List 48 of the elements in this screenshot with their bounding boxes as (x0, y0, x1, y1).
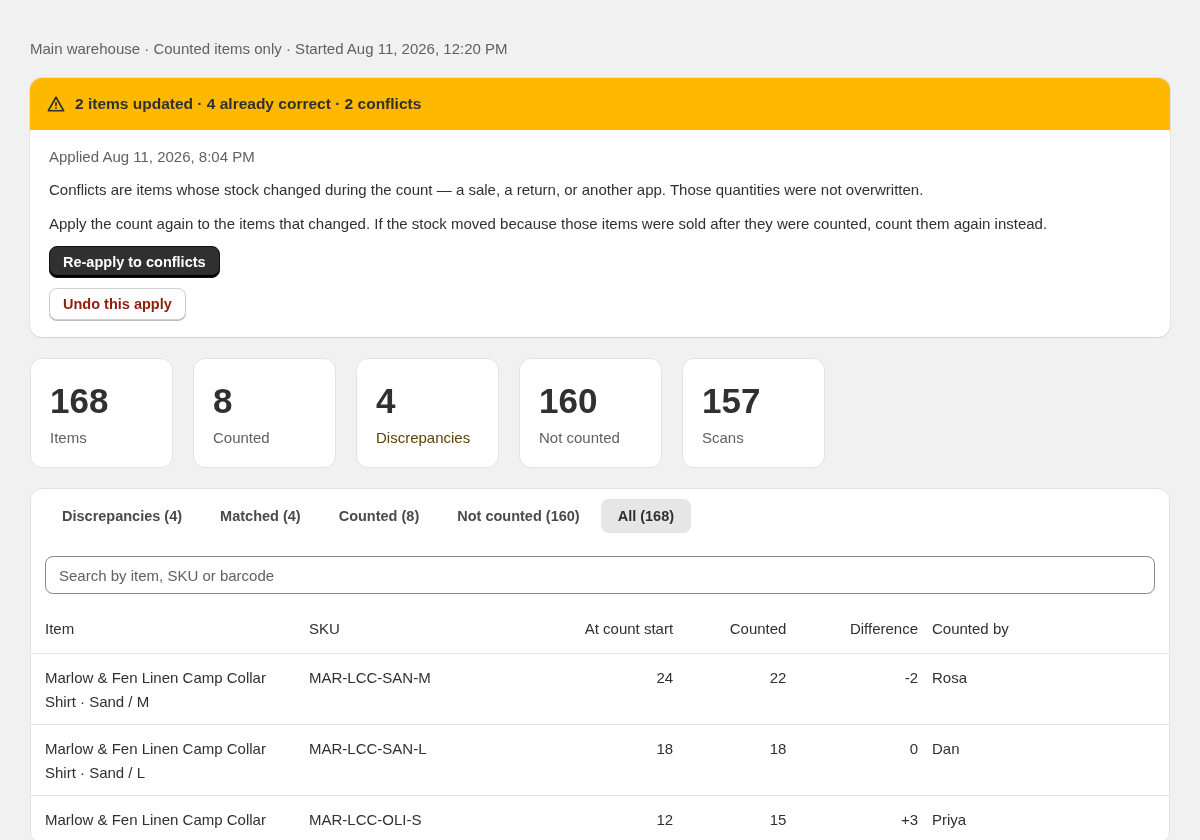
stat-label: Scans (702, 429, 745, 446)
stat-label: Counted (213, 429, 271, 446)
column-header: At count start (516, 603, 681, 654)
filter-tab[interactable]: Matched (4) (203, 499, 318, 533)
table-cell: 18 (680, 724, 794, 796)
table-cell: 24 (516, 653, 681, 725)
stat-value: 4 (376, 381, 397, 421)
filter-tab[interactable]: Not counted (160) (440, 499, 597, 533)
stat-label: Items (50, 429, 88, 446)
column-header: SKU (302, 603, 516, 654)
warning-icon (47, 95, 65, 113)
column-header: Counted by (925, 603, 1169, 654)
table-cell: 15 (680, 795, 794, 840)
table-cell: +3 (793, 795, 925, 840)
count-meta: Main warehouse · Counted items only · Started Aug 11, 2026, 12:20 PM (30, 40, 509, 57)
table-cell: MAR-LCC-SAN-L (302, 724, 516, 796)
stat-label: Discrepancies (376, 429, 472, 446)
table-cell: 0 (793, 724, 925, 796)
banner-paragraph: Conflicts are items whose stock changed during the count — a sale, a return, or another app. Those quantities were not overwritten. (49, 180, 925, 200)
search-field[interactable]: Search by item, SKU or barcode (45, 556, 1155, 594)
filter-tab[interactable]: Discrepancies (4) (45, 499, 200, 533)
banner-paragraph: Apply the count again to the items that changed. If the stock moved because those items were sold after they were counted, count them again instead. (49, 214, 1049, 234)
table-cell: Marlow & Fen Linen Camp Collar Shirt · Sand / M (31, 653, 302, 725)
applied-time: Applied Aug 11, 2026, 8:04 PM (49, 148, 256, 165)
table-cell: Rosa (925, 653, 1169, 725)
stat-value: 160 (539, 381, 599, 421)
table-cell: Dan (925, 724, 1169, 796)
filter-tab[interactable]: Counted (8) (321, 499, 437, 533)
table-cell: 22 (680, 653, 794, 725)
stat-value: 8 (213, 381, 234, 421)
filter-tab[interactable]: All (168) (600, 499, 692, 533)
column-header: Item (31, 603, 302, 654)
stat-label: Not counted (539, 429, 621, 446)
column-header: Difference (793, 603, 925, 654)
table-cell: MAR-LCC-OLI-S (302, 795, 516, 840)
banner-title: 2 items updated · 4 already correct · 2 conflicts (75, 95, 422, 113)
table-cell: Priya (925, 795, 1169, 840)
table-cell: -2 (793, 653, 925, 725)
table-cell: MAR-LCC-SAN-M (302, 653, 516, 725)
stat-value: 168 (50, 381, 110, 421)
column-header: Counted (680, 603, 794, 654)
stat-value: 157 (702, 381, 762, 421)
table-cell: 12 (516, 795, 681, 840)
table-cell: Marlow & Fen Linen Camp Collar Shirt · Sand / L (31, 724, 302, 796)
table-cell: Marlow & Fen Linen Camp Collar (31, 795, 302, 840)
table-cell: 18 (516, 724, 681, 796)
reapply-button[interactable]: Re-apply to conflicts (49, 246, 220, 278)
undo-button[interactable]: Undo this apply (49, 288, 186, 320)
